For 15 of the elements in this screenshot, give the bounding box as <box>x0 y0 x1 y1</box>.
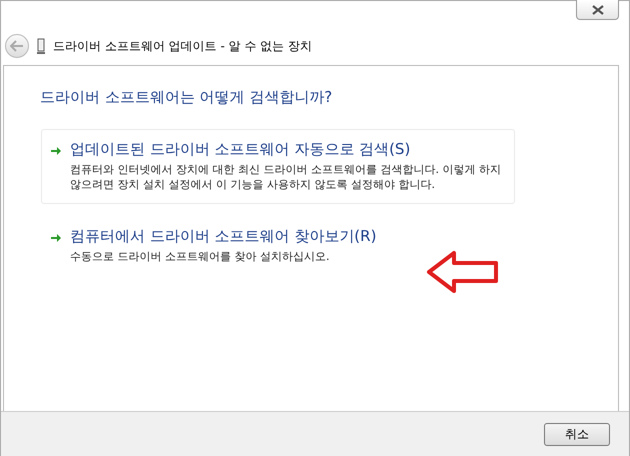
arrow-icon <box>50 145 62 157</box>
close-button[interactable] <box>576 0 619 20</box>
window-title: 드라이버 소프트웨어 업데이트 - 알 수 없는 장치 <box>53 38 312 54</box>
option-title: 업데이트된 드라이버 소프트웨어 자동으로 검색(S) <box>70 140 412 159</box>
option-title: 컴퓨터에서 드라이버 소프트웨어 찾아보기(R) <box>70 226 376 246</box>
back-arrow-icon <box>10 40 24 52</box>
cancel-button[interactable]: 취소 <box>544 422 610 446</box>
device-icon <box>37 38 45 54</box>
arrow-icon <box>50 232 62 244</box>
option-link[interactable]: 컴퓨터에서 드라이버 소프트웨어 찾아보기(R) 수동으로 드라이버 소프트웨어를 찾아 설치하십시오. <box>41 216 515 276</box>
close-icon <box>590 4 604 14</box>
option-description: 컴퓨터와 인터넷에서 장치에 대한 최신 드라이버 소프트웨어를 검색합니다. 이렇게 하지 않으려면 장치 설치 설정에서 이 기능을 사용하지 않도록 설정해야 합니다. <box>70 162 502 193</box>
option-link[interactable]: 업데이트된 드라이버 소프트웨어 자동으로 검색(S) 컴퓨터와 인터넷에서 장치에 대한 최신 드라이버 소프트웨어를 검색합니다. 이렇게 하지 않으려면 장치 설치 설정에서 이 기능을 사용하지 않도록 설정해야 합니다. <box>41 129 515 204</box>
page-heading: 드라이버 소프트웨어는 어떻게 검색합니까? <box>40 88 334 107</box>
option-description: 수동으로 드라이버 소프트웨어를 찾아 설치하십시오. <box>70 248 330 264</box>
